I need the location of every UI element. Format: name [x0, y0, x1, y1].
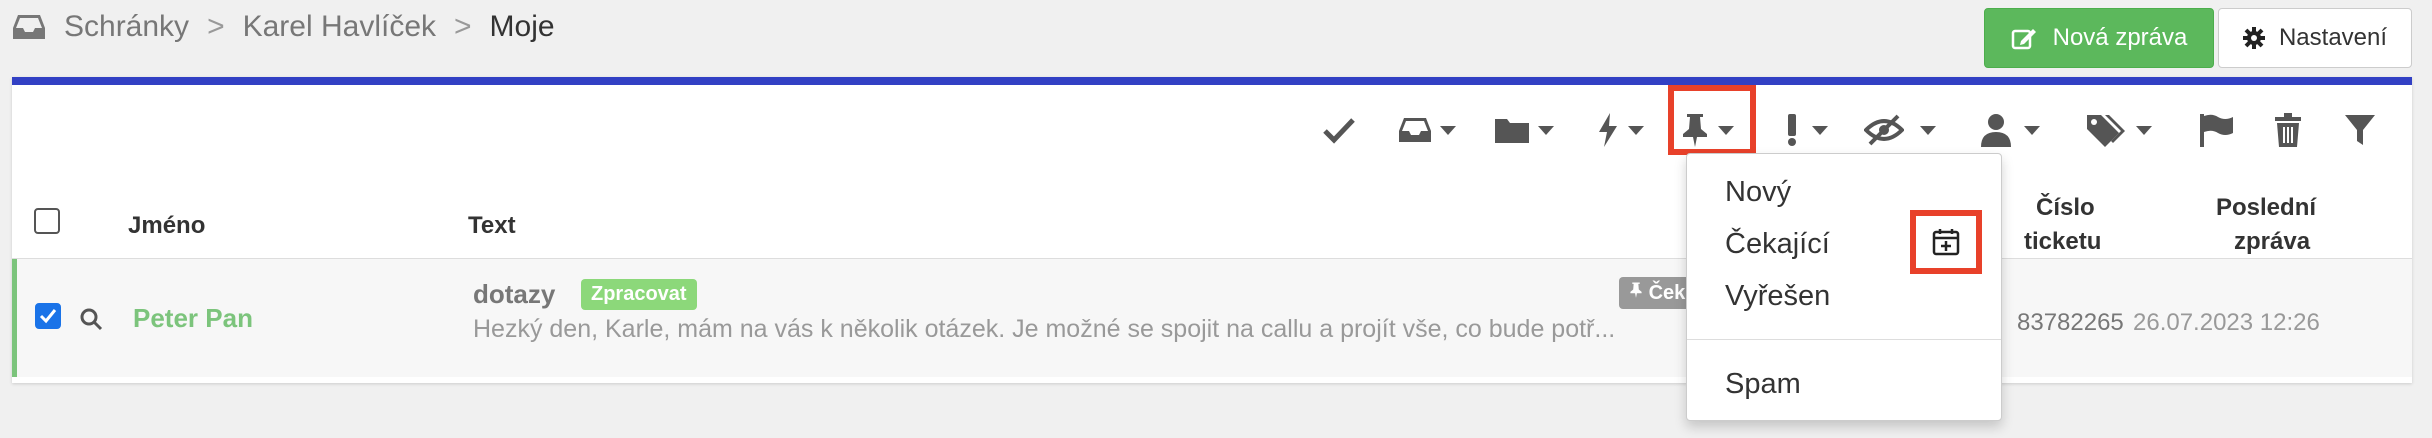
- column-ticket-line2[interactable]: ticketu: [2024, 228, 2101, 256]
- menu-item-novy[interactable]: Nový: [1725, 176, 1791, 209]
- message-preview[interactable]: Hezký den, Karle, mám na vás k několik o…: [473, 315, 1615, 344]
- flag-icon: [2200, 114, 2233, 147]
- inbox-icon: [1399, 118, 1431, 142]
- settings-label: Nastavení: [2278, 24, 2388, 51]
- select-all-checkbox[interactable]: [34, 208, 60, 234]
- filter-button[interactable]: [2344, 108, 2376, 152]
- row-checkbox[interactable]: [35, 303, 61, 329]
- breadcrumb-schranky[interactable]: Schránky: [64, 10, 189, 44]
- column-last-line2[interactable]: zpráva: [2234, 228, 2310, 256]
- check-icon: [39, 309, 57, 324]
- tags-icon: [2087, 115, 2125, 147]
- trash-icon: [2275, 113, 2301, 147]
- edit-icon: [2011, 29, 2036, 50]
- settings-button[interactable]: Nastavení: [2218, 8, 2412, 68]
- folder-icon: [1495, 119, 1529, 143]
- menu-item-spam[interactable]: Spam: [1725, 368, 1801, 401]
- menu-item-vyresen[interactable]: Vyřešen: [1725, 280, 1830, 313]
- message-panel: Jméno Text Číslo ticketu Poslední zpráva…: [12, 77, 2412, 383]
- status-dropdown-menu: Nový Čekající Vyřešen Spam: [1686, 153, 2002, 421]
- eye-slash-icon: [1864, 114, 1904, 146]
- column-ticket-line1[interactable]: Číslo: [2036, 194, 2095, 222]
- visibility-dropdown[interactable]: [1864, 108, 1936, 152]
- breadcrumb-karel[interactable]: Karel Havlíček: [243, 10, 436, 44]
- menu-item-cekajici[interactable]: Čekající: [1725, 228, 1830, 261]
- bolt-icon: [1599, 113, 1617, 147]
- breadcrumb: Schránky > Karel Havlíček > Moje: [12, 10, 555, 44]
- inbox-dropdown[interactable]: [1398, 108, 1456, 152]
- last-message-date: 26.07.2023 12:26: [2133, 309, 2320, 336]
- priority-dropdown[interactable]: [1786, 108, 1828, 152]
- gear-icon: [2242, 27, 2265, 49]
- waiting-tag-label: Ček: [1648, 282, 1686, 304]
- calendar-plus-icon: [1932, 229, 1960, 256]
- folder-dropdown[interactable]: [1494, 108, 1554, 152]
- filter-icon: [2345, 115, 2375, 145]
- new-message-label: Nová zpráva: [2052, 24, 2188, 51]
- breadcrumb-separator: >: [207, 10, 225, 43]
- delete-button[interactable]: [2274, 108, 2302, 152]
- tags-dropdown[interactable]: [2086, 108, 2152, 152]
- table-row[interactable]: Peter Pan dotazy Zpracovat Hezký den, Ka…: [12, 259, 2412, 377]
- user-icon: [1981, 114, 2011, 147]
- table-header: Jméno Text Číslo ticketu Poslední zpráva: [12, 180, 2412, 259]
- status-badge: Zpracovat: [581, 279, 697, 310]
- pin-icon: [1630, 282, 1642, 298]
- exclamation-icon: [1788, 114, 1796, 146]
- new-message-button[interactable]: Nová zpráva: [1984, 8, 2214, 68]
- column-text[interactable]: Text: [468, 212, 516, 240]
- schedule-waiting-button[interactable]: [1910, 210, 1982, 274]
- action-dropdown[interactable]: [1596, 108, 1644, 152]
- column-name[interactable]: Jméno: [128, 212, 205, 240]
- status-dropdown-highlight: [1668, 85, 1756, 155]
- message-subject[interactable]: dotazy: [473, 279, 555, 310]
- breadcrumb-separator: >: [454, 10, 472, 43]
- mark-done-button[interactable]: [1322, 108, 1356, 152]
- inbox-icon: [13, 15, 45, 39]
- menu-divider: [1687, 339, 2001, 340]
- column-last-line1[interactable]: Poslední: [2216, 194, 2316, 222]
- flag-button[interactable]: [2198, 108, 2234, 152]
- assign-user-dropdown[interactable]: [1980, 108, 2040, 152]
- breadcrumb-current: Moje: [489, 10, 555, 43]
- contact-name[interactable]: Peter Pan: [133, 303, 253, 334]
- check-icon: [1323, 118, 1355, 144]
- search-icon[interactable]: [79, 307, 103, 331]
- ticket-number: 83782265: [2017, 309, 2124, 336]
